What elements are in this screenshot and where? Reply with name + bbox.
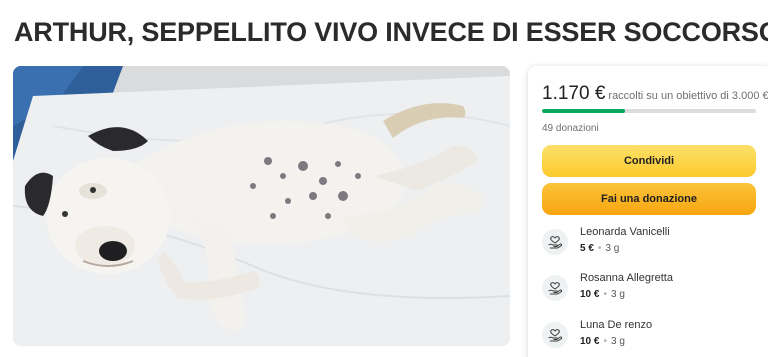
donor-time: 3 g xyxy=(610,289,625,300)
donor-meta: 10 € • 3 g xyxy=(580,336,625,347)
raised-amount: 1.170 € xyxy=(542,83,606,104)
share-button[interactable]: Condividi xyxy=(542,145,756,177)
donations-count: 49 donazioni xyxy=(542,123,599,134)
progress-fill xyxy=(542,109,626,113)
separator-dot: • xyxy=(597,243,602,254)
separator-dot: • xyxy=(603,336,607,347)
progress-bar xyxy=(542,109,756,113)
goal-text: raccolti su un obiettivo di 3.000 € xyxy=(608,90,768,102)
donor-time: 3 g xyxy=(610,336,625,347)
donor-meta: 10 € • 3 g xyxy=(580,289,625,300)
heart-hand-icon xyxy=(542,229,568,255)
campaign-title: ARTHUR, SEPPELLITO VIVO INVECE DI ESSER … xyxy=(14,17,768,47)
donor-amount: 10 € xyxy=(580,289,600,300)
donor-item: Leonarda Vanicelli 5 € • 3 g xyxy=(542,224,756,264)
donor-name: Leonarda Vanicelli xyxy=(580,226,670,238)
donor-amount: 5 € xyxy=(580,243,594,254)
campaign-photo[interactable] xyxy=(13,66,510,346)
donor-amount: 10 € xyxy=(580,336,600,347)
dog-photo-illustration xyxy=(13,66,510,346)
donor-meta: 5 € • 3 g xyxy=(580,243,619,254)
funding-summary: 1.170 € raccolti su un obiettivo di 3.000… xyxy=(542,83,768,105)
donation-card: 1.170 € raccolti su un obiettivo di 3.000… xyxy=(528,66,768,357)
heart-hand-icon xyxy=(542,275,568,301)
separator-dot: • xyxy=(603,289,607,300)
donor-name: Rosanna Allegretta xyxy=(580,272,673,284)
donor-time: 3 g xyxy=(605,243,620,254)
donor-item: Luna De renzo 10 € • 3 g xyxy=(542,317,756,357)
donor-name: Luna De renzo xyxy=(580,319,653,331)
donor-item: Rosanna Allegretta 10 € • 3 g xyxy=(542,270,756,310)
donate-button[interactable]: Fai una donazione xyxy=(542,183,756,215)
heart-hand-icon xyxy=(542,322,568,348)
